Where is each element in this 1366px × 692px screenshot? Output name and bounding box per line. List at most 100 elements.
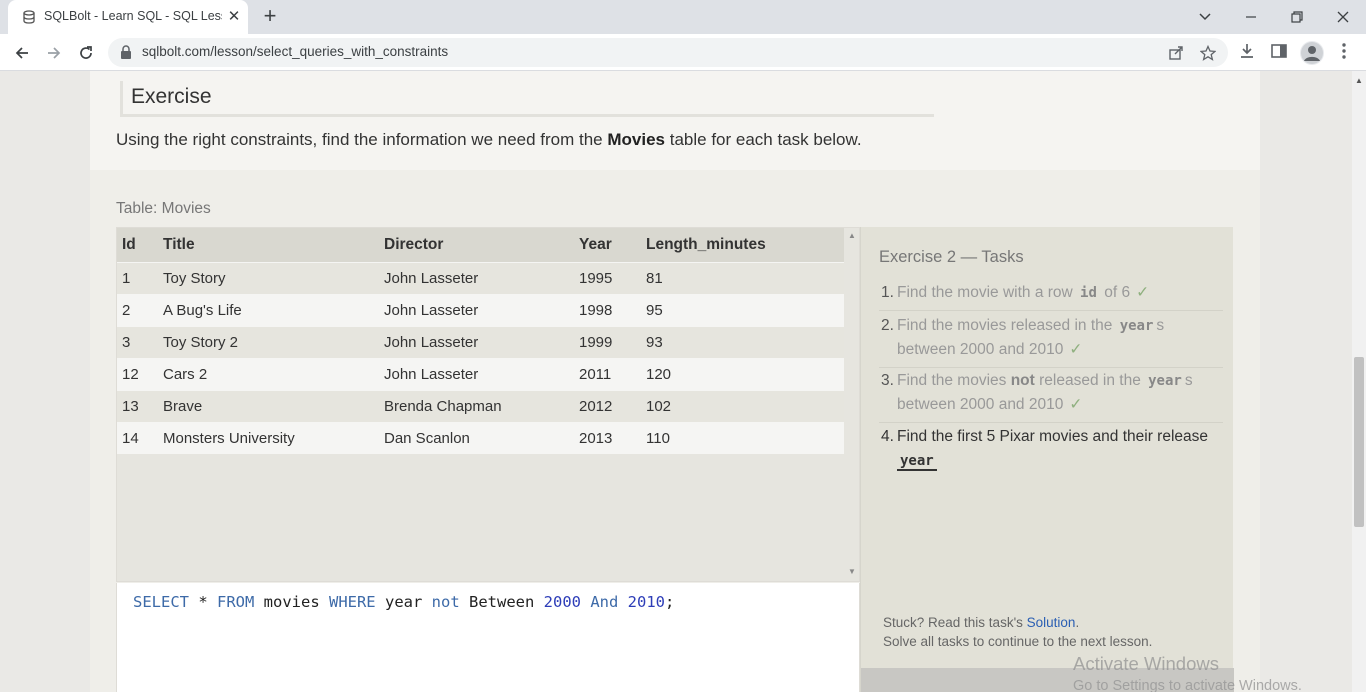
reload-icon [80,46,92,59]
sql-token: movies [254,593,329,611]
sql-token: not [431,593,460,611]
table-cell: 1 [117,261,158,294]
table-cell: 2012 [574,389,641,422]
tab-search-button[interactable] [1182,0,1228,34]
task-item-1: 1. Find the movie with a row id of 6 ✓ [879,281,1223,311]
table-cell: John Lasseter [379,261,574,294]
stuck-period: . [1075,615,1080,630]
database-icon [23,10,35,24]
sql-token: FROM [217,593,255,611]
movies-table: Id Title Director Year Length_minutes 1 … [117,228,844,454]
table-row: 2 A Bug's Life John Lasseter 1998 95 [117,293,844,326]
scroll-up-arrow-icon[interactable]: ▲ [847,231,857,241]
watermark-subtitle: Go to Settings to activate Windows. [1073,678,1302,692]
side-panel-icon[interactable] [1268,42,1290,64]
column-header-id: Id [117,228,158,262]
task-text: released in the [1034,372,1146,389]
page-viewport: Exercise Using the right constraints, fi… [0,71,1352,692]
scrollbar-thumb[interactable] [1354,357,1364,527]
chevron-down-icon [1199,13,1211,21]
scroll-up-arrow-icon[interactable]: ▲ [1355,76,1363,85]
task-code: year [1148,373,1182,389]
minimize-button[interactable] [1228,0,1274,34]
close-window-button[interactable] [1320,0,1366,34]
column-header-title: Title [158,228,379,262]
lesson-content: Exercise Using the right constraints, fi… [90,71,1260,692]
tab-strip: SQLBolt - Learn SQL - SQL Lesson ✕ + [0,0,1366,34]
results-table-container[interactable]: Id Title Director Year Length_minutes 1 … [116,227,860,582]
table-cell: Brenda Chapman [379,389,574,422]
reload-button[interactable] [72,39,100,67]
table-cell: 2013 [574,421,641,454]
table-cell: John Lasseter [379,325,574,358]
column-header-length: Length_minutes [641,228,844,262]
table-cell: 95 [641,293,844,326]
arrow-right-icon [48,47,61,59]
table-cell: John Lasseter [379,293,574,326]
task-code: year [1119,318,1154,334]
sql-query-text[interactable]: SELECT * FROM movies WHERE year not Betw… [133,593,674,611]
table-caption: Table: Movies [116,200,211,217]
table-cell: Toy Story [158,261,379,294]
table-scrollbar[interactable]: ▲ ▼ [844,228,859,581]
intro-text: Using the right constraints, find the in… [116,130,608,149]
table-cell: Monsters University [158,421,379,454]
table-cell: Brave [158,389,379,422]
checkmark-icon: ✓ [1069,396,1083,413]
close-tab-icon[interactable]: ✕ [226,9,242,25]
scroll-down-arrow-icon[interactable]: ▼ [847,567,857,577]
exercise-widget: Table: Movies Id Title Director Year Len… [90,170,1260,692]
continue-text: Solve all tasks to continue to the next … [883,634,1153,649]
checkmark-icon: ✓ [1069,341,1083,358]
tasks-panel: Exercise 2 — Tasks 1. Find the movie wit… [860,227,1234,692]
sql-query-editor[interactable]: SELECT * FROM movies WHERE year not Betw… [116,583,860,692]
table-row: 13 Brave Brenda Chapman 2012 102 [117,389,844,422]
table-cell: 120 [641,357,844,390]
profile-avatar-icon[interactable] [1300,41,1324,65]
download-icon[interactable] [1236,42,1258,64]
new-tab-button[interactable]: + [258,5,282,29]
star-icon[interactable] [1198,43,1218,63]
table-row: 12 Cars 2 John Lasseter 2011 120 [117,357,844,390]
sql-token: WHERE [328,593,376,611]
tab-title: SQLBolt - Learn SQL - SQL Lesson [44,9,222,23]
exercise-intro: Using the right constraints, find the in… [116,130,862,150]
restore-icon [1291,11,1303,23]
arrow-left-icon [15,47,28,59]
task-code: year [897,453,937,471]
menu-kebab-icon[interactable] [1333,42,1355,64]
close-icon [1337,11,1349,23]
task-code: id [1080,285,1097,301]
table-cell: Cars 2 [158,357,379,390]
table-row: 3 Toy Story 2 John Lasseter 1999 93 [117,325,844,358]
task-item-4: 4. Find the first 5 Pixar movies and the… [879,425,1223,478]
task-number: 4. [881,428,894,445]
back-button[interactable] [8,39,36,67]
intro-text-end: table for each task below. [665,130,862,149]
browser-tab[interactable]: SQLBolt - Learn SQL - SQL Lesson ✕ [8,0,248,34]
watermark-title: Activate Windows [1073,653,1219,674]
table-cell: 3 [117,325,158,358]
sql-token: ; [665,593,675,611]
table-cell: 1995 [574,261,641,294]
table-cell: 1999 [574,325,641,358]
task-text: Find the first 5 Pixar movies and their … [897,428,1208,445]
table-header-row: Id Title Director Year Length_minutes [117,228,844,262]
solution-link[interactable]: Solution [1027,615,1076,630]
table-cell: 1998 [574,293,641,326]
url-text: sqlbolt.com/lesson/select_queries_with_c… [142,44,449,59]
sql-token: And [590,593,619,611]
page-scrollbar[interactable]: ▲ [1352,71,1366,692]
share-icon[interactable] [1166,43,1186,63]
minimize-icon [1246,16,1256,18]
restore-button[interactable] [1274,0,1320,34]
address-bar[interactable]: sqlbolt.com/lesson/select_queries_with_c… [108,38,1228,67]
forward-button[interactable] [40,39,68,67]
task-text: Find the movies released in the [897,317,1117,334]
stuck-hint: Stuck? Read this task's Solution. Solve … [883,613,1152,651]
tasks-title: Exercise 2 — Tasks [879,248,1024,266]
table-row: 1 Toy Story John Lasseter 1995 81 [117,261,844,294]
task-item-3: 3. Find the movies not released in the y… [879,369,1223,423]
